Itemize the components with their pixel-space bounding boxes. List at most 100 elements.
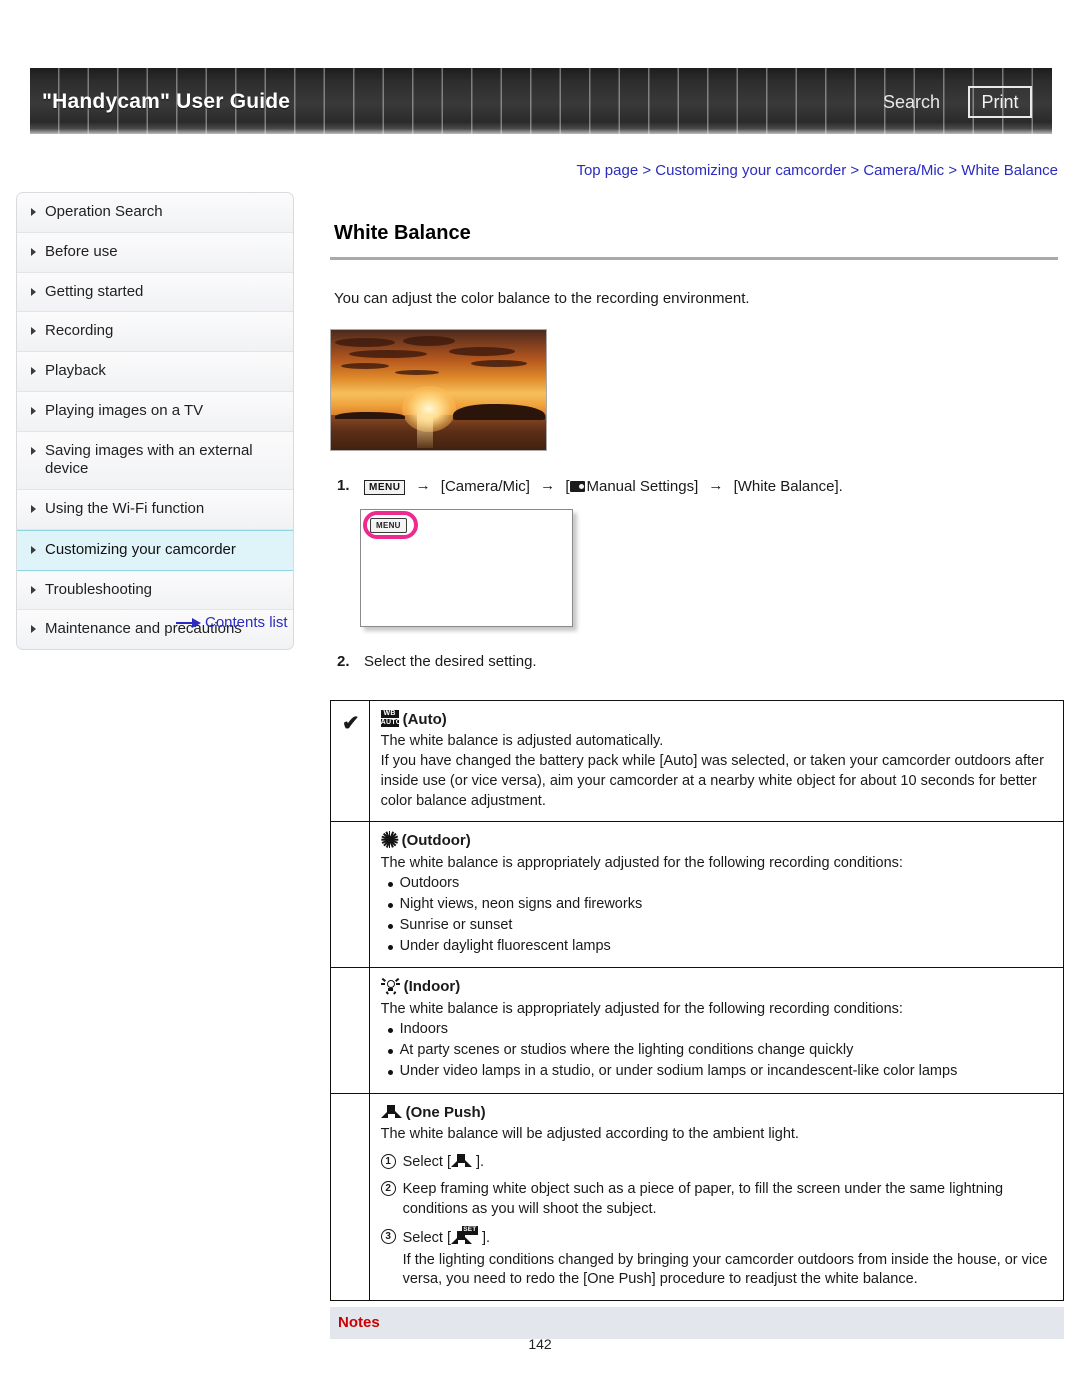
option-line: The white balance is appropriately adjus… bbox=[380, 854, 903, 871]
notes-section-bar: Notes bbox=[330, 1307, 1064, 1339]
step-1: 1. MENU → [Camera/Mic] → [Manual Setting… bbox=[334, 477, 1058, 495]
bullet-arrow-icon bbox=[31, 505, 36, 513]
numbered-step-text: Select [ bbox=[402, 1153, 451, 1170]
sidebar-item-playback[interactable]: Playback bbox=[17, 352, 293, 392]
step-1-white-balance: [White Balance]. bbox=[733, 478, 843, 495]
option-heading-outdoor: (Outdoor) bbox=[380, 831, 1054, 851]
option-heading-label: (Outdoor) bbox=[401, 832, 471, 850]
bullet-arrow-icon bbox=[31, 327, 36, 336]
sidebar-nav: Operation Search Before use Getting star… bbox=[16, 192, 294, 650]
selected-checkmark: ✔ bbox=[330, 699, 370, 823]
sidebar-item-getting-started[interactable]: Getting started bbox=[17, 272, 293, 313]
sidebar-item-label: Getting started bbox=[45, 282, 144, 300]
numbered-step-3-note: If the lighting conditions changed by br… bbox=[402, 1251, 1048, 1288]
lcd-screen-mockup: MENU bbox=[360, 509, 573, 627]
bullet-arrow-icon bbox=[31, 287, 36, 296]
bullet-arrow-icon bbox=[31, 446, 36, 455]
breadcrumb-item-customizing[interactable]: Customizing your camcorder bbox=[655, 162, 846, 179]
option-cell-indoor: (Indoor) The white balance is appropriat… bbox=[368, 967, 1065, 1094]
outdoor-sun-icon bbox=[380, 831, 398, 849]
breadcrumb-separator: > bbox=[948, 162, 958, 179]
breadcrumb-separator: > bbox=[642, 162, 652, 179]
sidebar-item-operation-search[interactable]: Operation Search bbox=[17, 193, 293, 233]
breadcrumb-item-camera-mic[interactable]: Camera/Mic bbox=[863, 162, 944, 179]
bullet-arrow-icon bbox=[31, 247, 36, 256]
sidebar-item-label: Customizing your camcorder bbox=[45, 540, 236, 558]
sidebar-item-label: Troubleshooting bbox=[45, 580, 153, 598]
option-cell-outdoor: (Outdoor) The white balance is appropria… bbox=[368, 821, 1065, 969]
arrow-right-icon bbox=[176, 618, 202, 629]
sidebar-item-recording[interactable]: Recording bbox=[17, 312, 293, 352]
sidebar-item-label: Playback bbox=[45, 362, 106, 379]
numbered-step-suffix: ]. bbox=[481, 1229, 491, 1246]
option-heading-indoor: (Indoor) bbox=[380, 977, 1054, 997]
circle-number-icon: 1 bbox=[380, 1153, 396, 1169]
breadcrumb-item-white-balance[interactable]: White Balance bbox=[961, 162, 1058, 179]
contents-list-link[interactable]: Contents list bbox=[176, 614, 288, 631]
sidebar-item-customizing-your-camcorder[interactable]: Customizing your camcorder bbox=[17, 529, 293, 571]
step-1-bracket-open: [ bbox=[565, 478, 570, 495]
list-item: Outdoors bbox=[387, 874, 1054, 894]
sidebar-item-label: Operation Search bbox=[45, 203, 163, 220]
photo-cloud bbox=[449, 347, 515, 356]
table-row-outdoor[interactable]: (Outdoor) The white balance is appropria… bbox=[330, 821, 1065, 969]
option-line: If you have changed the battery pack whi… bbox=[380, 753, 1044, 809]
highlight-ring-annotation bbox=[363, 511, 418, 539]
step-1-camera-mic: [Camera/Mic] bbox=[440, 478, 530, 495]
option-heading-auto: WB AUTO (Auto) bbox=[380, 710, 1054, 730]
search-link[interactable]: Search bbox=[883, 92, 940, 113]
list-item: Under video lamps in a studio, or under … bbox=[387, 1062, 1054, 1082]
bullet-arrow-icon bbox=[31, 367, 36, 375]
arrow-right-icon: → bbox=[708, 477, 724, 494]
list-item: Under daylight fluorescent lamps bbox=[387, 937, 1054, 957]
option-line: The white balance is adjusted automatica… bbox=[380, 733, 664, 750]
selected-checkmark bbox=[330, 967, 370, 1094]
sidebar-item-label: Before use bbox=[45, 242, 118, 260]
arrow-right-icon: → bbox=[540, 477, 556, 494]
step-1-number: 1. bbox=[337, 477, 350, 494]
sidebar-item-label: Playing images on a TV bbox=[45, 401, 204, 419]
page-title: White Balance bbox=[334, 222, 471, 244]
table-row-auto[interactable]: ✔ WB AUTO (Auto) The white balance is adj… bbox=[330, 699, 1065, 823]
numbered-step-2: 2 Keep framing white object such as a pie… bbox=[380, 1180, 1054, 1219]
arrow-right-icon: → bbox=[415, 477, 431, 494]
one-push-icon bbox=[450, 1153, 472, 1168]
option-cell-one-push: (One Push) The white balance will be adj… bbox=[368, 1092, 1065, 1301]
list-item: Night views, neon signs and fireworks bbox=[387, 895, 1054, 915]
sidebar-item-using-the-wifi-function[interactable]: Using the Wi-Fi function bbox=[17, 490, 293, 530]
intro-paragraph: You can adjust the color balance to the … bbox=[334, 290, 750, 307]
selected-checkmark bbox=[330, 1092, 370, 1301]
one-push-set-icon: SET bbox=[450, 1225, 478, 1246]
sidebar-item-troubleshooting[interactable]: Troubleshooting bbox=[17, 570, 293, 611]
sidebar-item-before-use[interactable]: Before use bbox=[17, 232, 293, 273]
sunset-sample-photo bbox=[330, 329, 547, 451]
photo-cloud bbox=[335, 338, 395, 347]
numbered-step-suffix: ]. bbox=[475, 1153, 485, 1170]
page-number: 142 bbox=[528, 1336, 552, 1352]
step-2-text: Select the desired setting. bbox=[364, 653, 537, 670]
photo-island bbox=[335, 412, 405, 419]
photo-island bbox=[453, 404, 545, 420]
breadcrumb-item-top-page[interactable]: Top page bbox=[576, 162, 638, 179]
table-row-indoor[interactable]: (Indoor) The white balance is appropriat… bbox=[330, 967, 1065, 1094]
list-item: Indoors bbox=[387, 1020, 1054, 1040]
table-row-one-push[interactable]: (One Push) The white balance will be adj… bbox=[330, 1092, 1065, 1301]
app-header: "Handycam" User Guide Search Print bbox=[30, 68, 1052, 134]
menu-chip-icon: MENU bbox=[364, 480, 406, 495]
option-line: The white balance is appropriately adjus… bbox=[380, 1000, 903, 1017]
contents-list-label: Contents list bbox=[205, 614, 288, 631]
numbered-step-text: Select [ bbox=[402, 1229, 451, 1246]
manual-settings-icon bbox=[569, 481, 585, 492]
option-bullet-list: Indoors At party scenes or studios where… bbox=[381, 1020, 1054, 1081]
bullet-arrow-icon bbox=[31, 585, 36, 594]
option-line: The white balance will be adjusted accor… bbox=[380, 1125, 799, 1142]
sidebar-item-playing-images-on-a-tv[interactable]: Playing images on a TV bbox=[17, 391, 293, 432]
sidebar-item-saving-images-external-device[interactable]: Saving images with an external device bbox=[17, 431, 293, 490]
list-item: At party scenes or studios where the lig… bbox=[387, 1041, 1054, 1061]
bullet-arrow-icon bbox=[31, 545, 36, 554]
option-heading-label: (Indoor) bbox=[403, 978, 461, 996]
option-heading-label: (Auto) bbox=[402, 711, 447, 728]
bullet-arrow-icon bbox=[31, 625, 36, 634]
print-button[interactable]: Print bbox=[968, 86, 1032, 118]
option-heading-one-push: (One Push) bbox=[380, 1103, 1054, 1123]
